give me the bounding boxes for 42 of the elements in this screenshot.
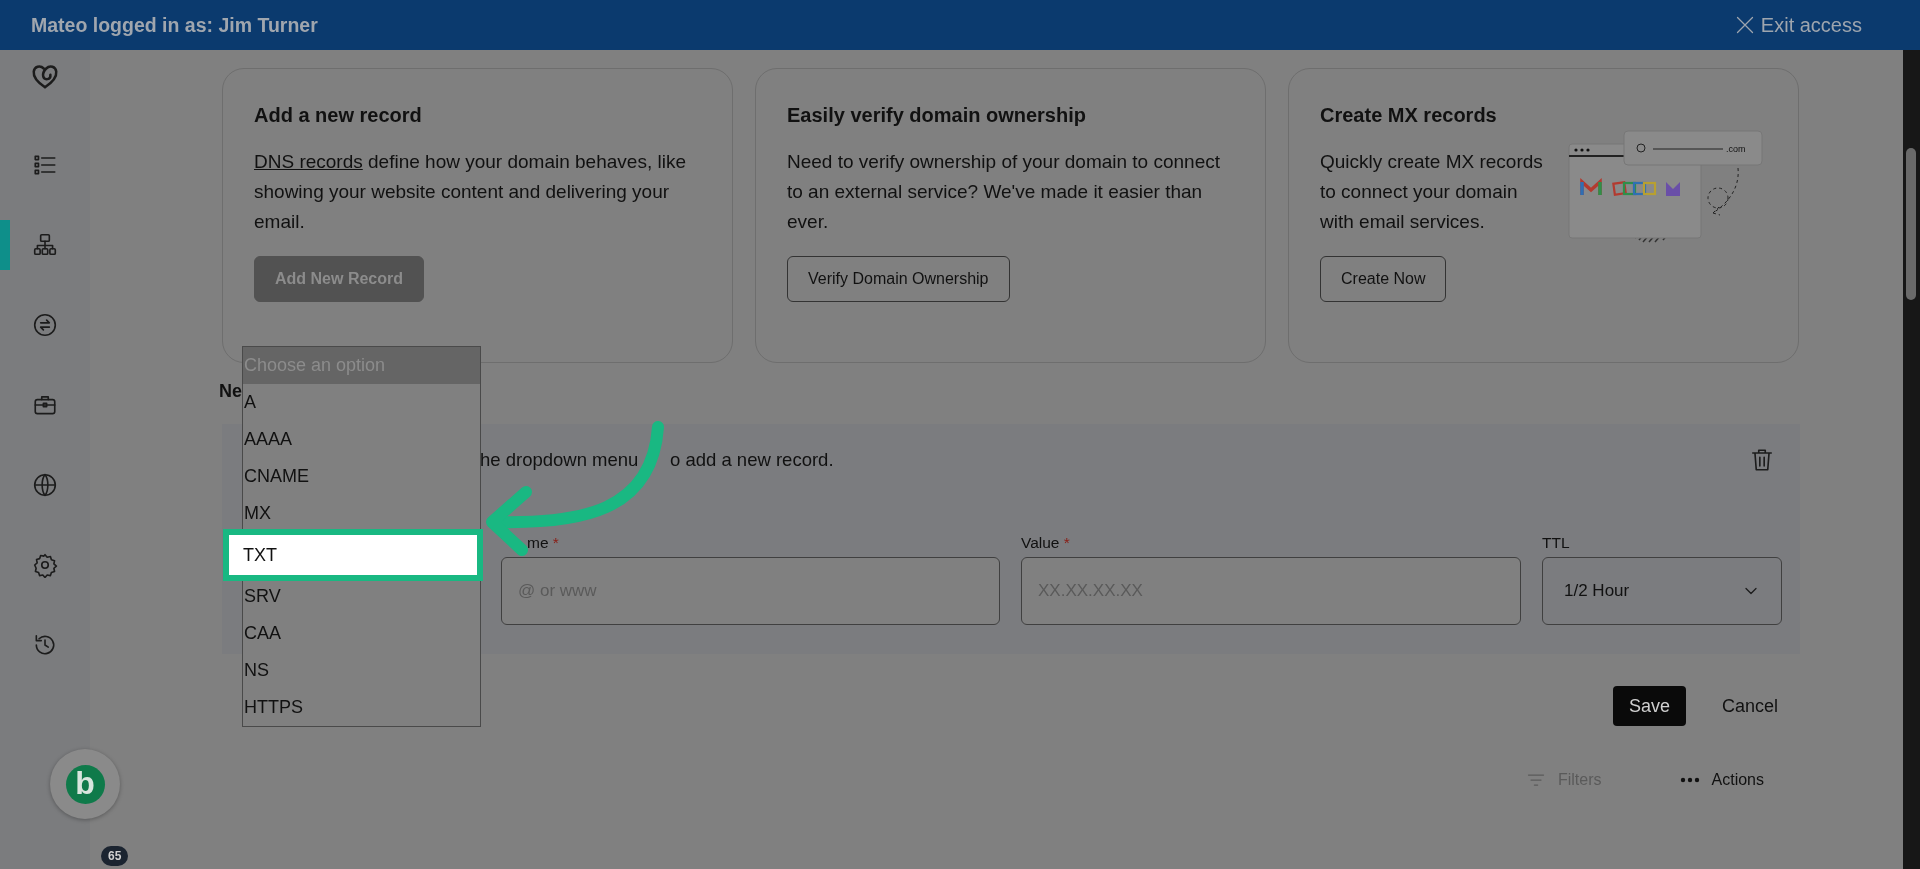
card-text: DNS records define how your domain behaves, like showing your website content and delivering your email.: [254, 150, 687, 234]
cancel-button[interactable]: Cancel: [1721, 695, 1778, 717]
more-icon: [1679, 777, 1700, 783]
card-title: Create MX records: [1320, 103, 1498, 128]
settings-icon: [32, 552, 58, 578]
ttl-select[interactable]: 1/2 Hour: [1542, 557, 1782, 625]
close-icon: [1734, 15, 1755, 35]
dropdown-option[interactable]: TXT: [223, 529, 483, 581]
dropdown-option[interactable]: NS: [243, 652, 480, 689]
section-title: Ne: [219, 380, 242, 403]
card-text: Quickly create MX records to connect your domain with email services.: [1320, 150, 1544, 234]
card-text: Need to verify ownership of your domain to connect to an external service? We've made it easier than ever.: [787, 150, 1221, 234]
assistant-avatar[interactable]: b: [50, 749, 120, 819]
trash-icon: [1749, 447, 1775, 473]
field-label: Value *: [1021, 533, 1070, 553]
dropdown-option[interactable]: A: [243, 384, 480, 421]
dropdown-option[interactable]: CAA: [243, 615, 480, 652]
count-badge: 65: [101, 846, 129, 866]
exit-access-button[interactable]: Exit access: [1734, 13, 1862, 37]
dropdown-option[interactable]: SRV: [243, 578, 480, 615]
scrollbar[interactable]: [1903, 50, 1920, 869]
dropdown-option[interactable]: CNAME: [243, 458, 480, 495]
card-button[interactable]: Create Now: [1320, 256, 1447, 302]
dropdown-option[interactable]: MX: [243, 495, 480, 532]
instruction-text: o add a new record.: [670, 449, 834, 471]
scrollbar-thumb[interactable]: [1906, 148, 1916, 300]
actions-button[interactable]: Actions: [1679, 770, 1764, 790]
card-button[interactable]: Verify Domain Ownership: [787, 256, 1010, 302]
save-button[interactable]: Save: [1612, 686, 1686, 726]
dropdown-option[interactable]: AAAA: [243, 421, 480, 458]
card-title: Easily verify domain ownership: [787, 103, 1087, 128]
domain-label: .com: [1726, 144, 1746, 154]
avatar-letter: b: [65, 764, 105, 804]
field-label: TTL: [1542, 533, 1570, 553]
globe-icon: [32, 472, 58, 498]
hierarchy-icon: [32, 232, 58, 258]
arrows-circle-icon: [32, 312, 58, 338]
instruction-text: he dropdown menu: [480, 449, 640, 471]
field-label: me *: [526, 533, 559, 553]
dropdown-option[interactable]: HTTPS: [243, 689, 480, 726]
card-title: Add a new record: [254, 103, 423, 128]
impersonation-text: Mateo logged in as: Jim Turner: [31, 13, 318, 37]
